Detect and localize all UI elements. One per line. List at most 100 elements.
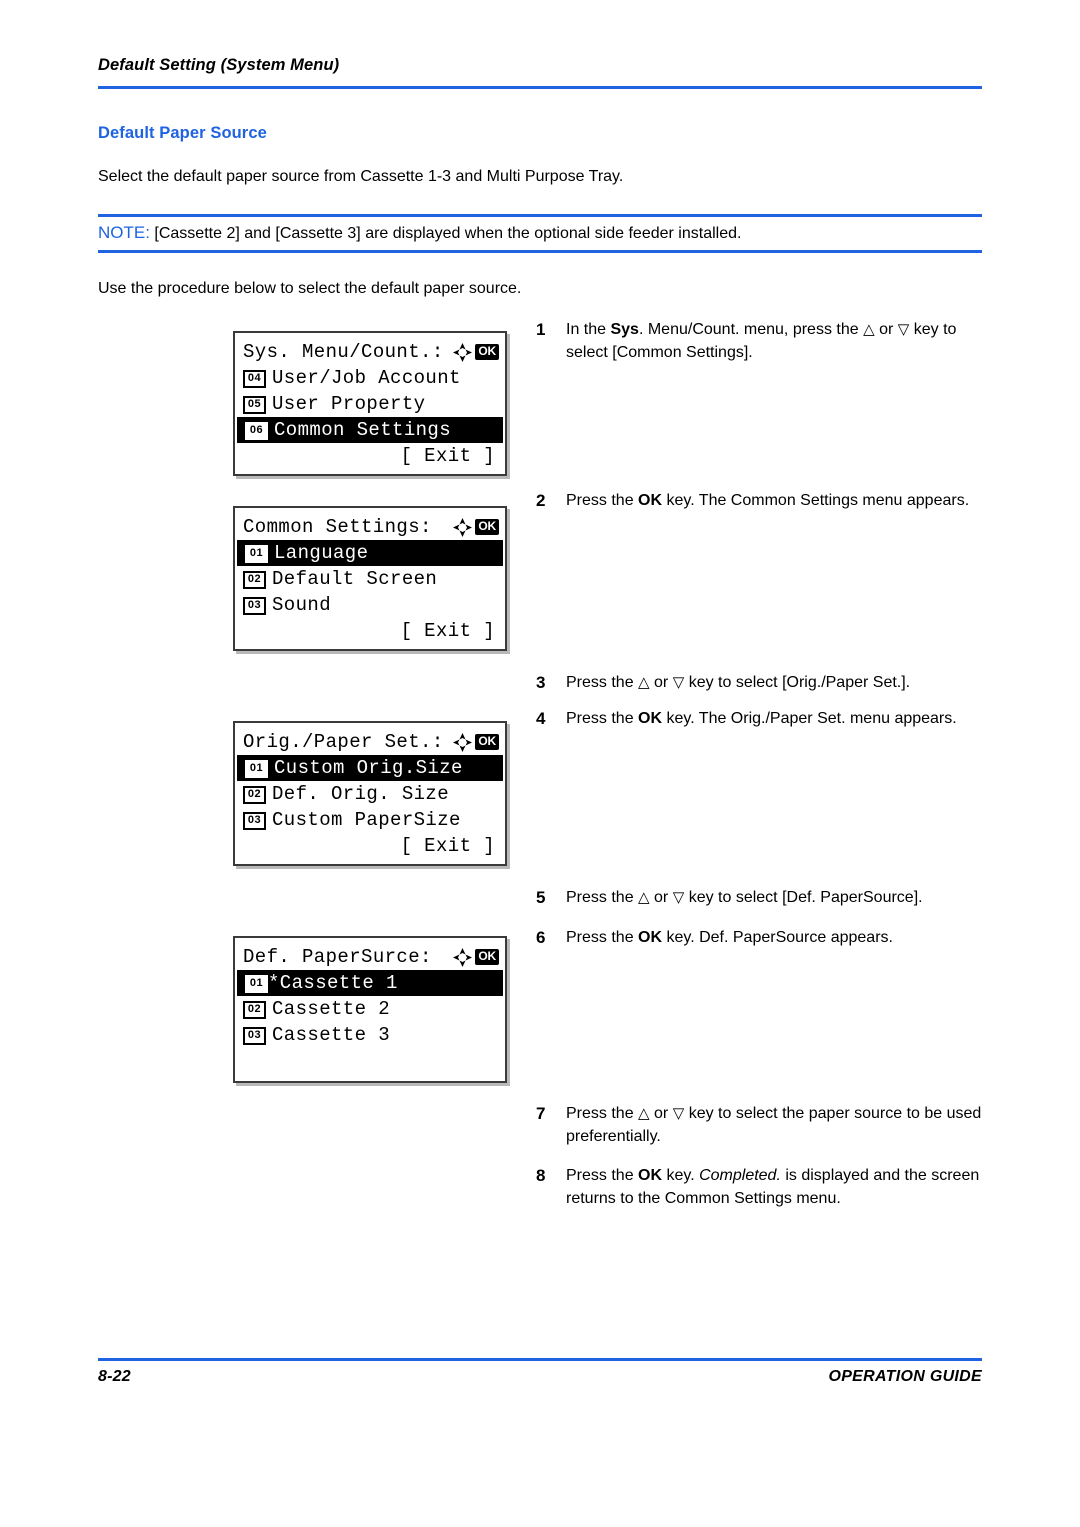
step-number: 2 (536, 491, 546, 510)
header-divider (98, 86, 982, 89)
note-label: NOTE: (98, 223, 150, 242)
step-text: In the Sys. Menu/Count. menu, press the … (566, 321, 957, 361)
lcd-key-hints: OK (452, 342, 499, 363)
lcd-menu-item-selected[interactable]: 01 *Cassette 1 (237, 970, 503, 996)
step-number: 6 (536, 928, 546, 947)
arrow-cluster-icon (452, 342, 473, 363)
lcd-menu-item-selected[interactable]: 06 Common Settings (237, 417, 503, 443)
lcd-key-hints: OK (452, 947, 499, 968)
lcd-item-index: 03 (243, 1027, 266, 1045)
note-top-divider (98, 214, 982, 217)
step-text: Press the OK key. The Orig./Paper Set. m… (566, 710, 957, 727)
running-header-title: Default Setting (System Menu) (98, 56, 340, 74)
lcd-title-row: Common Settings: OK (235, 514, 505, 540)
step-text: Press the △ or ▽ key to select [Orig./Pa… (566, 674, 911, 691)
procedure-intro-paragraph: Use the procedure below to select the de… (98, 280, 522, 297)
arrow-cluster-icon (452, 947, 473, 968)
lcd-item-index: 03 (243, 597, 266, 615)
lcd-screen-def-paper-source: Def. PaperSurce: OK 01 *Cassette 1 02 Cass… (233, 936, 507, 1083)
lcd-item-label: Cassette 2 (272, 998, 391, 1020)
lcd-menu-item[interactable]: 02 Def. Orig. Size (235, 781, 505, 807)
step-text: Press the OK key. Def. PaperSource appea… (566, 929, 893, 946)
step-number: 3 (536, 673, 546, 692)
lcd-key-hints: OK (452, 732, 499, 753)
running-header: Default Setting (System Menu) (98, 56, 982, 75)
lcd-item-index: 05 (243, 396, 266, 414)
arrow-cluster-icon (452, 732, 473, 753)
lcd-item-label: Cassette 3 (272, 1024, 391, 1046)
lcd-item-index: 01 (245, 760, 268, 778)
lcd-item-label: Def. Orig. Size (272, 783, 450, 805)
step-number: 8 (536, 1166, 546, 1185)
note-block: NOTE: [Cassette 2] and [Cassette 3] are … (98, 222, 982, 245)
page-title: Default Paper Source (98, 124, 267, 142)
footer-divider (98, 1358, 982, 1361)
procedure-step: 8 Press the OK key. Completed. is displa… (536, 1164, 984, 1210)
step-number: 5 (536, 888, 546, 907)
lcd-item-label: User/Job Account (272, 367, 461, 389)
lcd-title-label: Sys. Menu/Count.: (243, 341, 444, 363)
intro-paragraph: Select the default paper source from Cas… (98, 168, 624, 185)
procedure-step: 7 Press the △ or ▽ key to select the pap… (536, 1102, 984, 1148)
lcd-menu-item[interactable]: 03 Cassette 3 (235, 1022, 505, 1048)
lcd-item-label: Language (274, 542, 369, 564)
lcd-item-index: 03 (243, 812, 266, 830)
lcd-item-label: Common Settings (274, 419, 452, 441)
step-text: Press the △ or ▽ key to select [Def. Pap… (566, 889, 923, 906)
lcd-item-label: Sound (272, 594, 332, 616)
lcd-title-label: Common Settings: (243, 516, 432, 538)
lcd-title-row: Def. PaperSurce: OK (235, 944, 505, 970)
note-bottom-divider (98, 250, 982, 253)
step-number: 4 (536, 709, 546, 728)
lcd-key-hints: OK (452, 517, 499, 538)
lcd-exit-softkey[interactable]: [ Exit ] (235, 443, 505, 469)
lcd-item-label: User Property (272, 393, 426, 415)
lcd-exit-softkey[interactable]: [ Exit ] (235, 833, 505, 859)
lcd-empty-row (235, 1048, 505, 1074)
ok-key-icon: OK (475, 734, 499, 750)
lcd-screen-common-settings: Common Settings: OK 01 Language 02 Default… (233, 506, 507, 651)
lcd-screen-orig-paper-set: Orig./Paper Set.: OK 01 Custom Orig.Size … (233, 721, 507, 866)
lcd-item-index: 02 (243, 1001, 266, 1019)
lcd-menu-item[interactable]: 03 Sound (235, 592, 505, 618)
lcd-item-index: 01 (245, 545, 268, 563)
procedure-step: 5 Press the △ or ▽ key to select [Def. P… (536, 886, 984, 909)
step-text: Press the OK key. Completed. is displaye… (566, 1167, 980, 1207)
procedure-step: 2 Press the OK key. The Common Settings … (536, 489, 984, 512)
note-text: [Cassette 2] and [Cassette 3] are displa… (154, 225, 742, 242)
lcd-title-row: Orig./Paper Set.: OK (235, 729, 505, 755)
procedure-step: 3 Press the △ or ▽ key to select [Orig./… (536, 671, 984, 694)
lcd-item-label: Custom PaperSize (272, 809, 461, 831)
lcd-menu-item[interactable]: 04 User/Job Account (235, 365, 505, 391)
lcd-menu-item-selected[interactable]: 01 Language (237, 540, 503, 566)
lcd-item-label: *Cassette 1 (268, 972, 398, 994)
document-page: Default Setting (System Menu) Default Pa… (0, 0, 1080, 1527)
ok-key-icon: OK (475, 344, 499, 360)
lcd-title-label: Orig./Paper Set.: (243, 731, 444, 753)
lcd-item-index: 06 (245, 422, 268, 440)
lcd-item-index: 02 (243, 786, 266, 804)
arrow-cluster-icon (452, 517, 473, 538)
lcd-menu-item[interactable]: 02 Cassette 2 (235, 996, 505, 1022)
lcd-item-index: 02 (243, 571, 266, 589)
lcd-title-row: Sys. Menu/Count.: OK (235, 339, 505, 365)
lcd-menu-item[interactable]: 02 Default Screen (235, 566, 505, 592)
ok-key-icon: OK (475, 949, 499, 965)
lcd-item-label: Custom Orig.Size (274, 757, 463, 779)
procedure-step: 6 Press the OK key. Def. PaperSource app… (536, 926, 984, 949)
step-text: Press the △ or ▽ key to select the paper… (566, 1105, 982, 1145)
procedure-step: 4 Press the OK key. The Orig./Paper Set.… (536, 707, 984, 730)
step-text: Press the OK key. The Common Settings me… (566, 492, 970, 509)
footer-guide-label: OPERATION GUIDE (828, 1368, 982, 1385)
lcd-screen-sys-menu: Sys. Menu/Count.: OK 04 User/Job Account … (233, 331, 507, 476)
lcd-item-index: 01 (245, 975, 268, 993)
lcd-exit-softkey[interactable]: [ Exit ] (235, 618, 505, 644)
lcd-item-index: 04 (243, 370, 266, 388)
ok-key-icon: OK (475, 519, 499, 535)
lcd-menu-item[interactable]: 05 User Property (235, 391, 505, 417)
lcd-menu-item-selected[interactable]: 01 Custom Orig.Size (237, 755, 503, 781)
lcd-title-label: Def. PaperSurce: (243, 946, 432, 968)
step-number: 1 (536, 320, 546, 339)
procedure-step: 1 In the Sys. Menu/Count. menu, press th… (536, 318, 984, 364)
lcd-menu-item[interactable]: 03 Custom PaperSize (235, 807, 505, 833)
